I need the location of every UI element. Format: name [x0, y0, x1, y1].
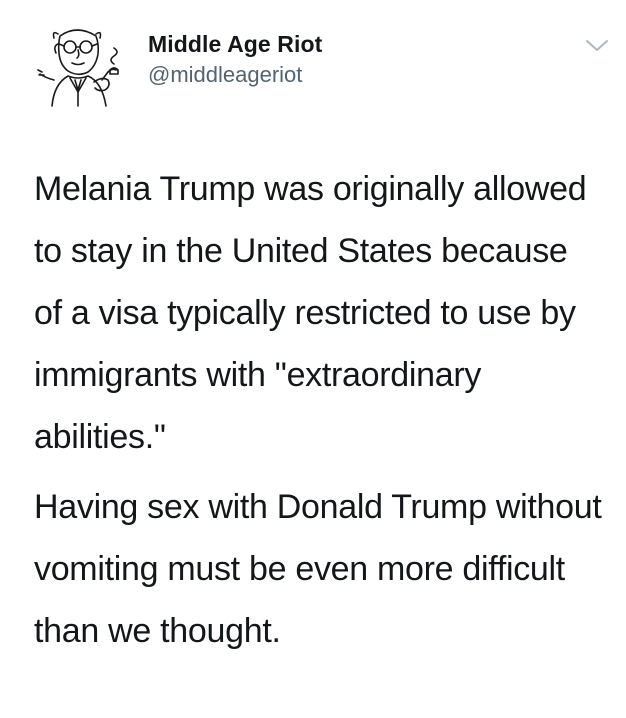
tweet-header: Middle Age Riot @middleageriot: [36, 22, 626, 112]
tweet-text: Melania Trump was originally allowed to …: [34, 158, 604, 662]
cartoon-man-with-pipe-icon: [37, 29, 119, 107]
author-display-name[interactable]: Middle Age Riot: [148, 30, 322, 58]
chevron-down-icon[interactable]: [584, 38, 610, 54]
chevron-down-icon-graphic: [586, 40, 608, 51]
author-handle[interactable]: @middleageriot: [148, 60, 322, 90]
author-names: Middle Age Riot @middleageriot: [148, 30, 322, 90]
author-avatar[interactable]: [36, 22, 126, 108]
tweet-paragraph: Having sex with Donald Trump without vom…: [34, 488, 602, 650]
tweet-paragraph: Melania Trump was originally allowed to …: [34, 170, 587, 456]
tweet-card: Middle Age Riot @middleageriot Melania T…: [0, 0, 626, 718]
